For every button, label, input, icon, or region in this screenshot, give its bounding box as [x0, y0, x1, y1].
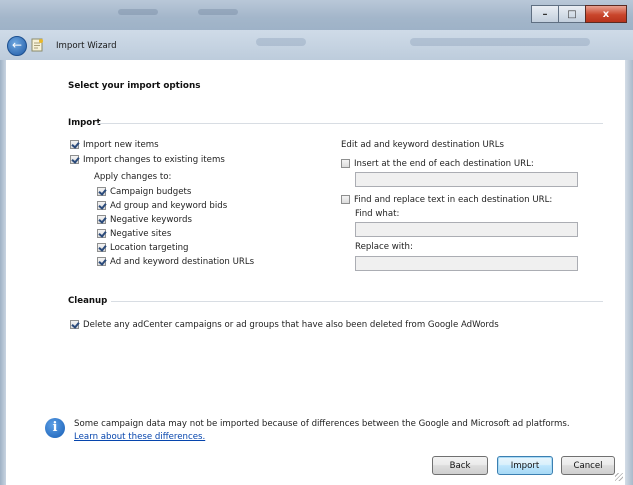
import-changes-label: Import changes to existing items — [83, 155, 225, 165]
page-heading: Select your import options — [68, 81, 201, 91]
info-text: Some campaign data may not be imported b… — [74, 419, 570, 429]
import-section-divider — [97, 123, 603, 124]
window-title-bar: – □ x — [0, 0, 633, 30]
replace-with-field[interactable] — [355, 256, 578, 271]
close-button[interactable]: x — [585, 5, 627, 23]
resize-grip[interactable] — [615, 473, 623, 481]
apply-changes-label: Apply changes to: — [94, 172, 172, 182]
import-changes-checkbox[interactable] — [70, 155, 79, 164]
location-targeting-checkbox[interactable] — [97, 243, 106, 252]
import-section-title: Import — [68, 118, 101, 128]
import-new-items-checkbox[interactable] — [70, 140, 79, 149]
apply-item-label: Negative sites — [110, 229, 172, 239]
replace-with-label: Replace with: — [355, 242, 413, 252]
find-replace-checkbox[interactable] — [341, 195, 350, 204]
insert-end-label: Insert at the end of each destination UR… — [354, 159, 534, 169]
nav-bar-blur — [256, 38, 306, 46]
title-bar-blur — [118, 9, 158, 15]
info-icon: i — [45, 418, 65, 438]
title-bar-blur — [198, 9, 238, 15]
apply-item-label: Campaign budgets — [110, 187, 192, 197]
cleanup-section-title: Cleanup — [68, 296, 108, 306]
apply-item-label: Ad and keyword destination URLs — [110, 257, 255, 267]
back-button[interactable]: Back — [432, 456, 488, 475]
negative-sites-checkbox[interactable] — [97, 229, 106, 238]
insert-end-checkbox[interactable] — [341, 159, 350, 168]
minimize-button[interactable]: – — [531, 5, 559, 23]
find-what-label: Find what: — [355, 209, 400, 219]
apply-item-label: Location targeting — [110, 243, 189, 253]
insert-end-field[interactable] — [355, 172, 578, 187]
apply-item-label: Negative keywords — [110, 215, 192, 225]
maximize-button[interactable]: □ — [558, 5, 586, 23]
cleanup-section-divider — [111, 301, 603, 302]
window-controls: – □ x — [531, 5, 627, 23]
negative-keywords-checkbox[interactable] — [97, 215, 106, 224]
delete-campaigns-checkbox[interactable] — [70, 320, 79, 329]
campaign-budgets-checkbox[interactable] — [97, 187, 106, 196]
window-frame-right — [625, 60, 633, 485]
cancel-button[interactable]: Cancel — [561, 456, 615, 475]
import-new-items-label: Import new items — [83, 140, 159, 150]
window-title: Import Wizard — [56, 41, 117, 51]
ad-group-keyword-bids-checkbox[interactable] — [97, 201, 106, 210]
find-what-field[interactable] — [355, 222, 578, 237]
apply-item-label: Ad group and keyword bids — [110, 201, 228, 211]
nav-bar-blur — [410, 38, 590, 46]
delete-campaigns-label: Delete any adCenter campaigns or ad grou… — [83, 320, 499, 330]
destination-urls-checkbox[interactable] — [97, 257, 106, 266]
wizard-icon — [31, 38, 43, 52]
import-button[interactable]: Import — [497, 456, 553, 475]
learn-differences-link[interactable]: Learn about these differences. — [74, 432, 205, 442]
edit-urls-title: Edit ad and keyword destination URLs — [341, 140, 505, 150]
back-arrow-icon[interactable]: ← — [7, 36, 27, 56]
find-replace-label: Find and replace text in each destinatio… — [354, 195, 553, 205]
